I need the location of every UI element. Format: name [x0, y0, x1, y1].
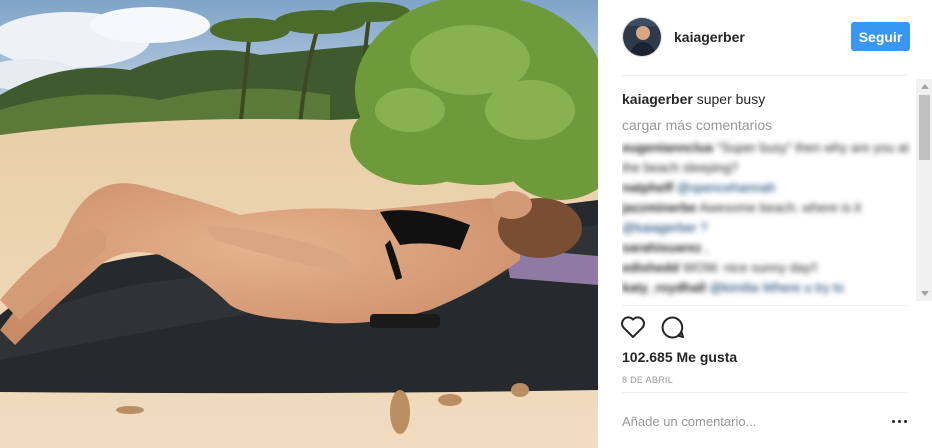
comment-mention[interactable]: @kaiagerber ? — [622, 220, 707, 235]
comment-text: , — [701, 240, 709, 255]
likes-count[interactable]: 102.685 Me gusta — [622, 349, 737, 365]
caption-username[interactable]: kaiagerber — [622, 91, 693, 107]
post-detail-panel: kaiagerber Seguir kaiagerber super busy … — [598, 0, 932, 448]
scrollbar-thumb[interactable] — [919, 95, 930, 160]
heart-icon[interactable] — [620, 315, 646, 339]
comment-mention[interactable]: @spencehannah — [677, 180, 776, 195]
post-actions — [620, 315, 686, 341]
caption-text: super busy — [692, 91, 766, 107]
comment-text: WOW. nice sunny day!! — [679, 260, 818, 275]
post-author-username[interactable]: kaiagerber — [674, 29, 745, 45]
divider — [622, 75, 908, 76]
divider — [622, 392, 908, 393]
comment-username[interactable]: edishedd — [622, 260, 679, 275]
beach-photo-illustration — [0, 0, 598, 448]
comment-item: natpheff @spencehannah — [622, 178, 912, 198]
comment-username[interactable]: eugeniannclua — [622, 140, 713, 155]
add-comment-input[interactable]: Añade un comentario... — [622, 414, 756, 429]
comment-item: sarahisuarez , — [622, 238, 912, 258]
more-options-icon[interactable] — [892, 420, 907, 423]
load-more-comments-link[interactable]: cargar más comentarios — [622, 116, 912, 134]
comment-item: katy_roydhall @kimilia Where u try to — [622, 278, 912, 298]
follow-button[interactable]: Seguir — [851, 22, 910, 51]
post-header: kaiagerber Seguir — [622, 16, 912, 58]
blurred-comments: eugeniannclua "Super busy" then why are … — [622, 138, 912, 298]
comments-scrollbar[interactable] — [916, 79, 932, 301]
comment-username[interactable]: sarahisuarez — [622, 240, 702, 255]
comment-item: eugeniannclua "Super busy" then why are … — [622, 138, 912, 178]
scroll-down-arrow-icon[interactable] — [921, 291, 929, 296]
comment-item: edishedd WOW. nice sunny day!! — [622, 258, 912, 278]
post-caption: kaiagerber super busy — [622, 90, 912, 108]
comments-list: kaiagerber super busy cargar más comenta… — [622, 90, 912, 304]
avatar-image — [623, 18, 661, 56]
post-date[interactable]: 8 DE ABRIL — [622, 375, 673, 385]
avatar[interactable] — [622, 17, 662, 57]
comment-username[interactable]: katy_roydhall — [622, 280, 706, 295]
more-dot — [892, 420, 895, 423]
comment-item: jazzminerbe Awesome beach. where is it @… — [622, 198, 912, 238]
scroll-up-arrow-icon[interactable] — [921, 84, 929, 89]
divider — [622, 305, 908, 306]
comment-username[interactable]: jazzminerbe — [622, 200, 696, 215]
post-photo[interactable] — [0, 0, 598, 448]
comment-mention[interactable]: @kimilia Where u try to — [709, 280, 844, 295]
more-dot — [904, 420, 907, 423]
comment-text: Awesome beach. where is it — [696, 200, 861, 215]
more-dot — [898, 420, 901, 423]
comment-username[interactable]: natpheff — [622, 180, 673, 195]
comment-icon[interactable] — [660, 315, 686, 339]
